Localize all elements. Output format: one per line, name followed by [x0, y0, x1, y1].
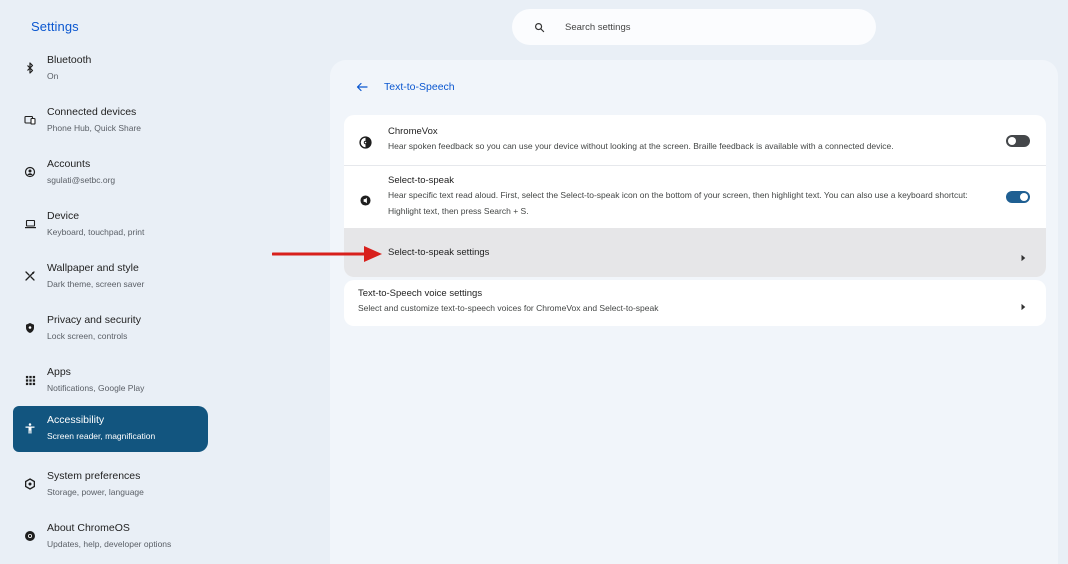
- sidebar-item-label: Privacy and security: [47, 314, 141, 326]
- voice-settings-title: Text-to-Speech voice settings: [358, 288, 483, 299]
- sidebar-item-wallpaper-and-style[interactable]: Wallpaper and style Dark theme, screen s…: [13, 254, 208, 300]
- sidebar-item-sublabel: Notifications, Google Play: [47, 383, 145, 393]
- sidebar-item-label: Bluetooth: [47, 54, 92, 66]
- connected-devices-icon: [23, 113, 37, 127]
- sidebar-item-label: Device: [47, 210, 80, 222]
- select-to-speak-icon: [358, 193, 372, 207]
- search-bar[interactable]: [512, 9, 876, 45]
- page-title: Text-to-Speech: [384, 81, 455, 93]
- bluetooth-icon: [23, 61, 37, 75]
- sidebar-item-label: Wallpaper and style: [47, 262, 139, 274]
- voice-settings-row[interactable]: Text-to-Speech voice settings Select and…: [344, 280, 1046, 326]
- sidebar-item-sublabel: Screen reader, magnification: [47, 431, 156, 441]
- search-icon: [534, 20, 548, 34]
- toggle-knob: [1008, 137, 1016, 145]
- voice-settings-description: Select and customize text-to-speech voic…: [358, 303, 659, 313]
- select-to-speak-title: Select-to-speak: [388, 175, 455, 186]
- sidebar-item-apps[interactable]: Apps Notifications, Google Play: [13, 358, 208, 404]
- sidebar-item-label: About ChromeOS: [47, 522, 130, 534]
- sidebar-item-sublabel: Lock screen, controls: [47, 331, 128, 341]
- chromevox-toggle[interactable]: [1006, 135, 1030, 147]
- select-to-speak-settings-row[interactable]: Select-to-speak settings: [344, 228, 1046, 277]
- sidebar-item-sublabel: Phone Hub, Quick Share: [47, 123, 142, 133]
- sidebar-item-device[interactable]: Device Keyboard, touchpad, print: [13, 202, 208, 248]
- sidebar-item-sublabel: Keyboard, touchpad, print: [47, 227, 145, 237]
- shield-icon: [23, 321, 37, 335]
- sidebar-item-sublabel: sgulati@setbc.org: [47, 175, 116, 185]
- red-annotation-arrow-icon: [272, 246, 382, 262]
- sidebar-item-label: System preferences: [47, 470, 141, 482]
- search-input[interactable]: [565, 21, 845, 33]
- sidebar-item-label: Connected devices: [47, 106, 137, 118]
- sidebar-item-connected-devices[interactable]: Connected devices Phone Hub, Quick Share: [13, 98, 208, 144]
- sidebar-item-about-chromeos[interactable]: About ChromeOS Updates, help, developer …: [13, 514, 208, 560]
- system-preferences-icon: [23, 477, 37, 491]
- laptop-icon: [23, 217, 37, 231]
- sidebar-item-sublabel: Storage, power, language: [47, 487, 144, 497]
- sidebar-item-sublabel: On: [47, 71, 59, 81]
- sidebar-item-label: Apps: [47, 366, 71, 378]
- chromevox-icon: [358, 135, 372, 149]
- sidebar-item-system-preferences[interactable]: System preferences Storage, power, langu…: [13, 462, 208, 508]
- sidebar-item-accessibility[interactable]: Accessibility Screen reader, magnificati…: [13, 406, 208, 452]
- select-to-speak-row[interactable]: Select-to-speak Hear specific text read …: [344, 166, 1046, 228]
- select-to-speak-toggle[interactable]: [1006, 191, 1030, 203]
- accessibility-icon: [23, 421, 37, 435]
- sidebar-item-sublabel: Updates, help, developer options: [47, 539, 172, 549]
- main-panel: Text-to-Speech ChromeVox Hear spoken fee…: [330, 60, 1058, 564]
- toggle-knob: [1020, 193, 1028, 201]
- chromevox-description: Hear spoken feedback so you can use your…: [388, 141, 894, 151]
- chromevox-row[interactable]: ChromeVox Hear spoken feedback so you ca…: [344, 115, 1046, 165]
- accounts-icon: [23, 165, 37, 179]
- page-header: Text-to-Speech: [356, 80, 455, 94]
- chevron-right-icon: [1020, 249, 1026, 261]
- sidebar-item-bluetooth[interactable]: Bluetooth On: [13, 46, 208, 92]
- app-title: Settings: [31, 19, 79, 34]
- sidebar-item-label: Accessibility: [47, 414, 105, 426]
- back-arrow-icon[interactable]: [356, 80, 370, 94]
- apps-grid-icon: [23, 373, 37, 387]
- chrome-icon: [23, 529, 37, 543]
- sidebar-item-accounts[interactable]: Accounts sgulati@setbc.org: [13, 150, 208, 196]
- sidebar-item-privacy-and-security[interactable]: Privacy and security Lock screen, contro…: [13, 306, 208, 352]
- chevron-right-icon: [1020, 298, 1026, 310]
- select-to-speak-settings-label: Select-to-speak settings: [388, 247, 490, 258]
- select-to-speak-description: Hear specific text read aloud. First, se…: [388, 190, 968, 216]
- settings-card: ChromeVox Hear spoken feedback so you ca…: [344, 115, 1046, 277]
- chromevox-title: ChromeVox: [388, 126, 438, 137]
- wallpaper-icon: [23, 269, 37, 283]
- sidebar-item-label: Accounts: [47, 158, 91, 170]
- sidebar-item-sublabel: Dark theme, screen saver: [47, 279, 145, 289]
